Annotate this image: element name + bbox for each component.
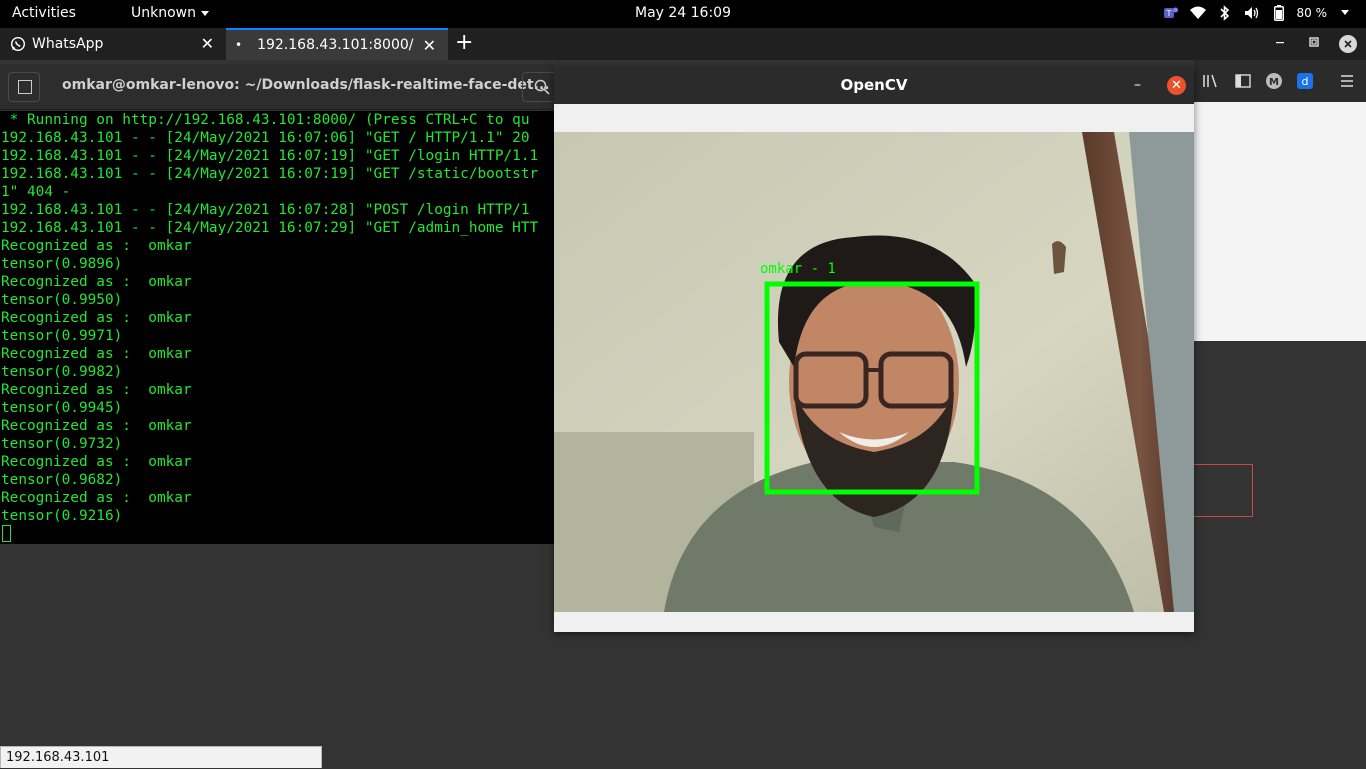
terminal-line: tensor(0.9732): [1, 436, 123, 452]
power-caret-icon[interactable]: [1336, 4, 1354, 22]
terminal-output[interactable]: * Running on http://192.168.43.101:8000/…: [0, 111, 554, 544]
terminal-line: tensor(0.9982): [1, 364, 123, 380]
extension-blue-icon[interactable]: d: [1296, 72, 1314, 90]
terminal-line: tensor(0.9945): [1, 400, 123, 416]
system-tray[interactable]: T 80 %: [1162, 4, 1355, 22]
maximize-icon[interactable]: [1308, 36, 1320, 51]
battery-percentage: 80 %: [1296, 6, 1328, 20]
terminal-line: tensor(0.9216): [1, 508, 123, 524]
terminal-line: 192.168.43.101 - - [24/May/2021 16:07:19…: [1, 148, 539, 164]
face-label: omkar - 1: [760, 261, 836, 277]
caret-down-icon: [201, 10, 209, 16]
volume-icon: [1243, 4, 1261, 22]
app-menu[interactable]: Unknown: [131, 5, 209, 21]
wall-hook: [1052, 241, 1066, 274]
browser-tab-bar: WhatsApp ✕ • 192.168.43.101:8000/ ✕ +: [0, 28, 1366, 60]
terminal-cursor: [2, 525, 11, 542]
app-menu-label: Unknown: [131, 5, 196, 21]
terminal-line: tensor(0.9971): [1, 328, 123, 344]
menu-icon[interactable]: [1338, 72, 1356, 90]
opencv-window: OpenCV – ✕ omkar - 1: [554, 67, 1194, 632]
terminal-line: Recognized as : omkar: [1, 274, 192, 290]
terminal-line: 192.168.43.101 - - [24/May/2021 16:07:06…: [1, 130, 530, 146]
terminal-line: 192.168.43.101 - - [24/May/2021 16:07:28…: [1, 202, 530, 218]
terminal-line: Recognized as : omkar: [1, 346, 192, 362]
browser-page-content: [1194, 102, 1366, 341]
search-icon: [534, 79, 550, 95]
close-tab-icon[interactable]: ✕: [201, 36, 214, 52]
terminal-header: omkar@omkar-lenovo: ~/Downloads/flask-re…: [0, 64, 562, 110]
terminal-line: tensor(0.9896): [1, 256, 123, 272]
battery-icon: [1270, 4, 1288, 22]
tab-label: WhatsApp: [32, 36, 104, 52]
top-bar: Activities Unknown May 24 16:09 T 80 %: [0, 0, 1366, 28]
opencv-close-button[interactable]: ✕: [1167, 76, 1186, 95]
new-tab-icon: [18, 80, 32, 94]
terminal-line: Recognized as : omkar: [1, 382, 192, 398]
terminal-line: 1" 404 -: [1, 184, 71, 200]
opencv-window-title: OpenCV: [554, 67, 1194, 104]
terminal-line: Recognized as : omkar: [1, 310, 192, 326]
webcam-frame: omkar - 1: [554, 132, 1194, 612]
terminal-cursor-line: [1, 525, 554, 543]
teams-icon[interactable]: T: [1162, 4, 1180, 22]
new-tab-button[interactable]: +: [455, 32, 473, 54]
terminal-line: Recognized as : omkar: [1, 490, 192, 506]
terminal-line: tensor(0.9682): [1, 472, 123, 488]
close-window-icon[interactable]: [1339, 35, 1357, 56]
extension-m-icon[interactable]: M: [1265, 72, 1283, 90]
terminal-line: tensor(0.9950): [1, 292, 123, 308]
minimize-icon[interactable]: [1274, 36, 1286, 51]
webcam-image: omkar - 1: [554, 132, 1194, 612]
terminal-title: omkar@omkar-lenovo: ~/Downloads/flask-re…: [62, 77, 550, 93]
sidebar-icon[interactable]: [1234, 72, 1252, 90]
terminal-line: 192.168.43.101 - - [24/May/2021 16:07:29…: [1, 220, 539, 236]
terminal-line: Recognized as : omkar: [1, 454, 192, 470]
close-tab-icon[interactable]: ✕: [423, 38, 436, 54]
library-icon[interactable]: [1202, 72, 1220, 90]
terminal-line: 192.168.43.101 - - [24/May/2021 16:07:19…: [1, 166, 539, 182]
tab-whatsapp[interactable]: WhatsApp ✕: [0, 28, 226, 60]
bluetooth-icon: [1216, 4, 1234, 22]
whatsapp-icon: [10, 36, 26, 52]
activities-button[interactable]: Activities: [12, 5, 76, 21]
terminal-new-tab-button[interactable]: [8, 72, 40, 102]
browser-status-url: 192.168.43.101: [0, 746, 322, 768]
browser-toolbar: M d: [1194, 60, 1366, 102]
svg-text:T: T: [1165, 9, 1171, 18]
tab-loading-indicator: •: [235, 38, 243, 52]
terminal-line: Recognized as : omkar: [1, 238, 192, 254]
opencv-minimize-button[interactable]: –: [1134, 67, 1141, 104]
svg-text:d: d: [1302, 75, 1309, 88]
svg-text:M: M: [1269, 77, 1279, 88]
terminal-line: * Running on http://192.168.43.101:8000/…: [1, 112, 530, 128]
tab-localhost[interactable]: • 192.168.43.101:8000/ ✕: [226, 28, 448, 60]
wifi-icon: [1189, 4, 1207, 22]
tab-label: 192.168.43.101:8000/: [257, 37, 414, 53]
page-input-box[interactable]: [1194, 464, 1253, 517]
terminal-line: Recognized as : omkar: [1, 418, 192, 434]
